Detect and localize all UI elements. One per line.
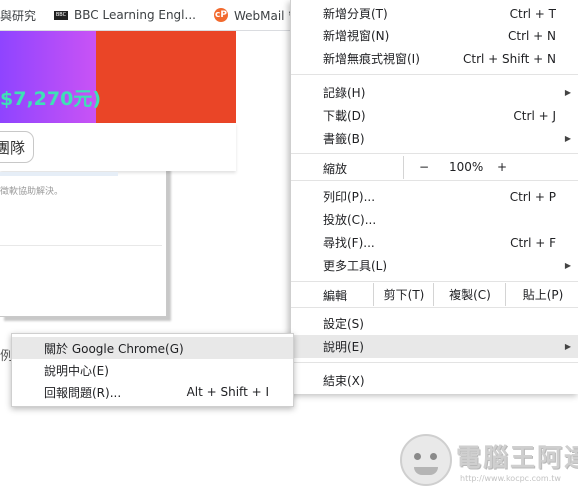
bookmark-label: WebMail 管 [233, 8, 290, 23]
help-note: 徵軟協助解決。 [0, 187, 64, 197]
menu-shortcut: Alt + Shift + I [186, 385, 269, 399]
menu-separator [291, 74, 578, 75]
zoom-out-button[interactable]: − [419, 160, 429, 174]
menu-item-settings[interactable]: 設定(S) [291, 312, 578, 335]
menu-item-exit[interactable]: 結束(X) [291, 369, 578, 392]
menu-separator [291, 281, 578, 282]
copy-button[interactable]: 複製(C) [433, 283, 506, 306]
menu-item-history[interactable]: 記錄(H) ▶ [291, 81, 578, 104]
menu-item-more-tools[interactable]: 更多工具(L) ▶ [291, 254, 578, 277]
bookmark-webmail[interactable]: cP WebMail 管 [213, 7, 290, 24]
menu-shortcut: Ctrl + F [510, 235, 556, 250]
menu-separator [291, 153, 578, 154]
bookmark-bbc-learning[interactable]: BBC BBC Learning Engl... [54, 8, 196, 22]
menu-label: 新增視窗(N) [323, 29, 390, 43]
bookmark-research[interactable]: 與研究 [0, 7, 36, 24]
menu-label: 說明(E) [323, 340, 364, 354]
paste-button[interactable]: 貼上(P) [505, 283, 578, 306]
edit-label: 編輯 [323, 289, 348, 303]
submenu-item-about-chrome[interactable]: 關於 Google Chrome(G) [12, 337, 293, 359]
submenu-item-help-center[interactable]: 說明中心(E) [12, 359, 293, 381]
menu-label: 記錄(H) [323, 86, 366, 100]
bookmark-label: BBC Learning Engl... [74, 8, 196, 22]
bookmark-label: 與研究 [0, 8, 37, 23]
menu-shortcut: Ctrl + J [513, 108, 556, 123]
menu-item-bookmarks[interactable]: 書籤(B) ▶ [291, 127, 578, 150]
menu-shortcut: Ctrl + P [509, 189, 556, 204]
watermark-title: 電腦王阿達 [456, 443, 578, 472]
menu-separator [291, 307, 578, 308]
menu-item-help[interactable]: 說明(E) ▶ [291, 335, 578, 358]
zoom-in-button[interactable]: + [497, 160, 507, 174]
menu-shortcut: Ctrl + N [507, 28, 556, 43]
watermark-url: http://www.kocpc.com.tw [460, 474, 561, 483]
menu-label: 說明中心(E) [44, 363, 109, 378]
inner-panel [0, 123, 236, 171]
menu-separator [291, 180, 578, 181]
chevron-right-icon: ▶ [564, 261, 571, 270]
help-submenu: 關於 Google Chrome(G) 說明中心(E) 回報問題(R)... A… [11, 333, 294, 407]
menu-item-downloads[interactable]: 下載(D) Ctrl + J [291, 104, 578, 127]
price-text: $7,270元) [0, 88, 102, 110]
chevron-right-icon: ▶ [564, 342, 571, 351]
menu-item-new-tab[interactable]: 新增分頁(T) Ctrl + T [291, 2, 578, 25]
menu-item-cast[interactable]: 投放(C)... [291, 208, 578, 231]
info-strip [0, 172, 118, 176]
submenu-item-report-issue[interactable]: 回報問題(R)... Alt + Shift + I [12, 381, 293, 403]
cut-button[interactable]: 剪下(T) [373, 283, 434, 306]
zoom-row: 縮放 − 100% + [291, 156, 578, 179]
edit-row: 編輯 剪下(T) 複製(C) 貼上(P) [291, 283, 578, 306]
menu-label: 回報問題(R)... [44, 385, 122, 400]
chevron-right-icon: ▶ [564, 134, 571, 143]
zoom-level: 100% [449, 160, 484, 174]
menu-label: 尋找(F)... [323, 236, 375, 250]
menu-separator [291, 362, 578, 363]
menu-item-find[interactable]: 尋找(F)... Ctrl + F [291, 231, 578, 254]
bookmarks-bar: 與研究 BBC BBC Learning Engl... cP WebMail … [0, 0, 290, 31]
menu-item-print[interactable]: 列印(P)... Ctrl + P [291, 185, 578, 208]
menu-label: 關於 Google Chrome(G) [44, 341, 184, 356]
webmail-icon: cP [213, 8, 228, 22]
zoom-label: 縮放 [323, 162, 348, 176]
menu-label: 列印(P)... [323, 190, 376, 204]
watermark: 電腦王阿達 http://www.kocpc.com.tw [400, 428, 578, 496]
menu-label: 投放(C)... [323, 213, 377, 227]
zoom-controls: − 100% + [403, 156, 578, 179]
menu-label: 下載(D) [323, 109, 366, 123]
mascot-logo-icon [400, 434, 452, 486]
team-button[interactable]: 團隊 [0, 131, 34, 163]
menu-label: 結束(X) [323, 374, 365, 388]
chevron-right-icon: ▶ [564, 88, 571, 97]
menu-label: 設定(S) [323, 317, 364, 331]
menu-shortcut: Ctrl + T [509, 6, 556, 21]
menu-label: 新增分頁(T) [323, 7, 388, 21]
promo-banner-orange [96, 31, 236, 123]
divider [0, 245, 162, 246]
menu-label: 書籤(B) [323, 132, 365, 146]
menu-label: 更多工具(L) [323, 259, 388, 273]
menu-label: 新增無痕式視窗(I) [323, 52, 420, 66]
bbc-icon: BBC [54, 10, 69, 20]
chrome-main-menu: 新增分頁(T) Ctrl + T 新增視窗(N) Ctrl + N 新增無痕式視… [290, 0, 578, 394]
menu-item-incognito[interactable]: 新增無痕式視窗(I) Ctrl + Shift + N [291, 47, 578, 70]
menu-shortcut: Ctrl + Shift + N [463, 51, 556, 66]
menu-item-new-window[interactable]: 新增視窗(N) Ctrl + N [291, 24, 578, 47]
